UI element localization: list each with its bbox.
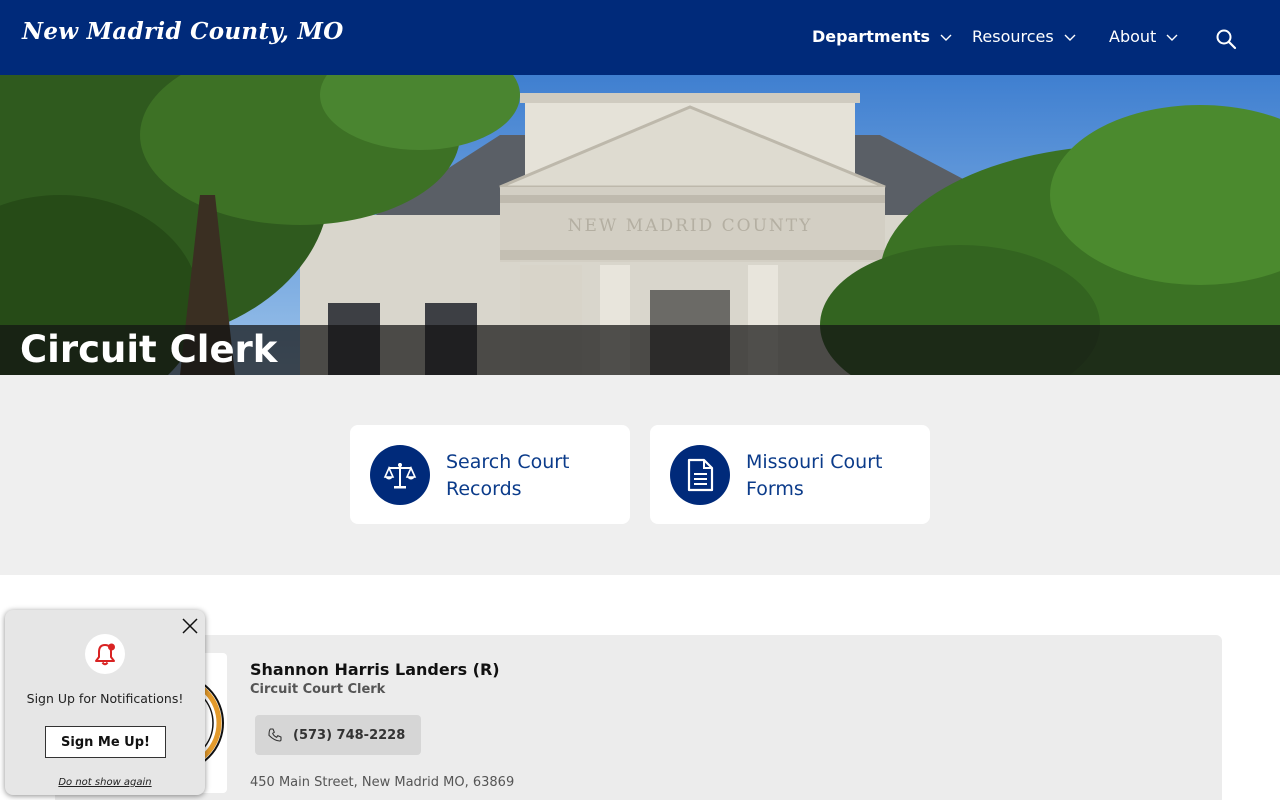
- search-icon[interactable]: [1215, 28, 1237, 50]
- sign-me-up-button[interactable]: Sign Me Up!: [45, 726, 166, 758]
- search-court-records-icon-circle: [370, 445, 430, 505]
- chevron-down-icon: [940, 34, 952, 41]
- notification-message: Sign Up for Notifications!: [26, 691, 184, 706]
- nav-resources[interactable]: Resources: [972, 27, 1077, 46]
- phone-number: (573) 748-2228: [293, 727, 406, 743]
- hero-banner: NEW MADRID COUNTY Circuit Clerk: [0, 75, 1280, 375]
- nav-departments[interactable]: Departments: [812, 27, 953, 46]
- bell-icon-circle: [85, 634, 125, 674]
- phone-icon: [268, 728, 282, 742]
- official-title: Circuit Court Clerk: [250, 682, 386, 697]
- chevron-down-icon: [1166, 34, 1178, 41]
- missouri-court-forms-icon-circle: [670, 445, 730, 505]
- official-card: Shannon Harris Landers (R) Circuit Court…: [55, 635, 1222, 800]
- search-court-records-label: Search Court Records: [446, 451, 570, 500]
- search-court-records-card[interactable]: Search Court Records: [350, 425, 630, 524]
- inscription-text: NEW MADRID COUNTY: [568, 216, 813, 236]
- scales-icon: [383, 463, 417, 489]
- missouri-court-forms-card[interactable]: Missouri Court Forms: [650, 425, 930, 524]
- do-not-show-again-link[interactable]: Do not show again: [5, 777, 205, 788]
- site-logo[interactable]: New Madrid County, MO: [22, 18, 344, 45]
- site-header: New Madrid County, MO Departments Resour…: [0, 0, 1280, 75]
- missouri-court-forms-label: Missouri Court Forms: [746, 451, 883, 500]
- official-address: 450 Main Street, New Madrid MO, 63869: [250, 775, 515, 790]
- close-icon[interactable]: [181, 617, 199, 635]
- page-title: Circuit Clerk: [20, 328, 278, 371]
- nav-resources-label: Resources: [972, 27, 1054, 46]
- nav-about-label: About: [1109, 27, 1157, 46]
- quick-links-section: Search Court Records Missouri Court Form…: [0, 375, 1280, 575]
- notification-popup: Sign Up for Notifications! Sign Me Up! D…: [5, 610, 205, 795]
- document-icon: [687, 458, 714, 492]
- nav-departments-label: Departments: [812, 27, 931, 46]
- official-name: Shannon Harris Landers (R): [250, 660, 500, 679]
- bell-icon: [95, 643, 115, 666]
- chevron-down-icon: [1064, 34, 1076, 41]
- phone-button[interactable]: (573) 748-2228: [255, 715, 421, 755]
- nav-about[interactable]: About: [1109, 27, 1179, 46]
